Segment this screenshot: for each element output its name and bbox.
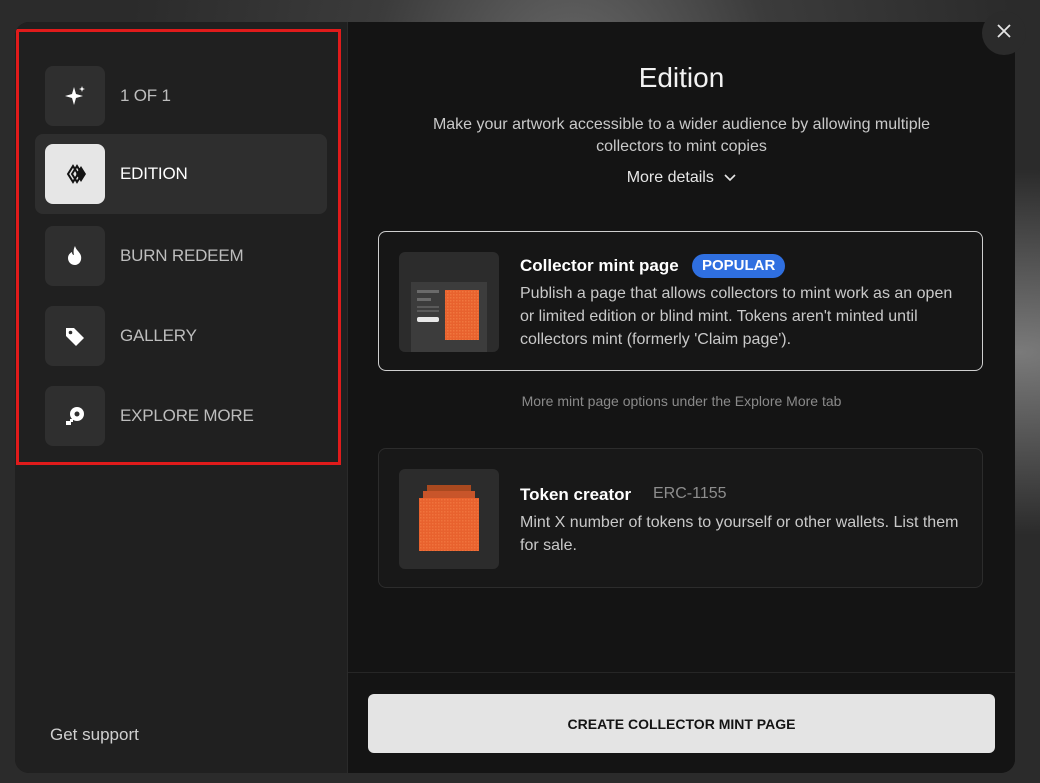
main-panel: Edition Make your artwork accessible to …: [348, 22, 1015, 773]
sidebar-item-edition[interactable]: EDITION: [35, 134, 327, 214]
card-description: Publish a page that allows collectors to…: [520, 285, 953, 348]
mint-type-modal: 1 OF 1 EDITION BURN REDEEM GALLERY EXPLO…: [15, 22, 1015, 773]
sidebar-item-label: BURN REDEEM: [120, 246, 244, 265]
page-title: Edition: [638, 62, 725, 93]
sidebar-item-1-of-1[interactable]: 1 OF 1: [35, 56, 327, 136]
more-details-toggle[interactable]: More details: [348, 169, 1015, 187]
chevron-down-icon: [724, 169, 736, 187]
explore-more-hint: More mint page options under the Explore…: [521, 393, 842, 409]
token-creator-thumbnail: [399, 469, 499, 569]
create-collector-mint-page-button[interactable]: CREATE COLLECTOR MINT PAGE: [368, 694, 995, 753]
sparkle-icon: [45, 66, 105, 126]
explore-icon: [45, 386, 105, 446]
sidebar-item-label: 1 OF 1: [120, 86, 171, 105]
card-title: Collector mint page: [520, 256, 679, 275]
close-icon: [997, 23, 1011, 43]
sidebar: 1 OF 1 EDITION BURN REDEEM GALLERY EXPLO…: [15, 22, 348, 773]
sidebar-item-label: GALLERY: [120, 326, 197, 345]
erc-standard-label: ERC-1155: [653, 485, 727, 502]
tag-icon: [45, 306, 105, 366]
close-button[interactable]: [982, 11, 1026, 55]
card-description: Mint X number of tokens to yourself or o…: [520, 514, 959, 554]
card-title: Token creator: [520, 485, 632, 504]
sidebar-item-gallery[interactable]: GALLERY: [35, 296, 327, 376]
popular-badge: POPULAR: [692, 254, 786, 278]
mint-page-thumbnail: [399, 252, 499, 352]
page-subtitle: Make your artwork accessible to a wider …: [432, 116, 931, 155]
token-creator-card[interactable]: Token creator ERC-1155 Mint X number of …: [378, 448, 983, 588]
sidebar-item-label: EDITION: [120, 164, 188, 183]
sidebar-item-explore-more[interactable]: EXPLORE MORE: [35, 376, 327, 456]
get-support-link[interactable]: Get support: [50, 725, 139, 745]
more-details-label: More details: [626, 169, 714, 187]
footer-divider: [348, 672, 1015, 673]
collector-mint-page-card[interactable]: Collector mint page POPULAR Publish a pa…: [378, 231, 983, 371]
edition-icon: [45, 144, 105, 204]
flame-icon: [45, 226, 105, 286]
sidebar-item-label: EXPLORE MORE: [120, 406, 254, 425]
sidebar-item-burn-redeem[interactable]: BURN REDEEM: [35, 216, 327, 296]
